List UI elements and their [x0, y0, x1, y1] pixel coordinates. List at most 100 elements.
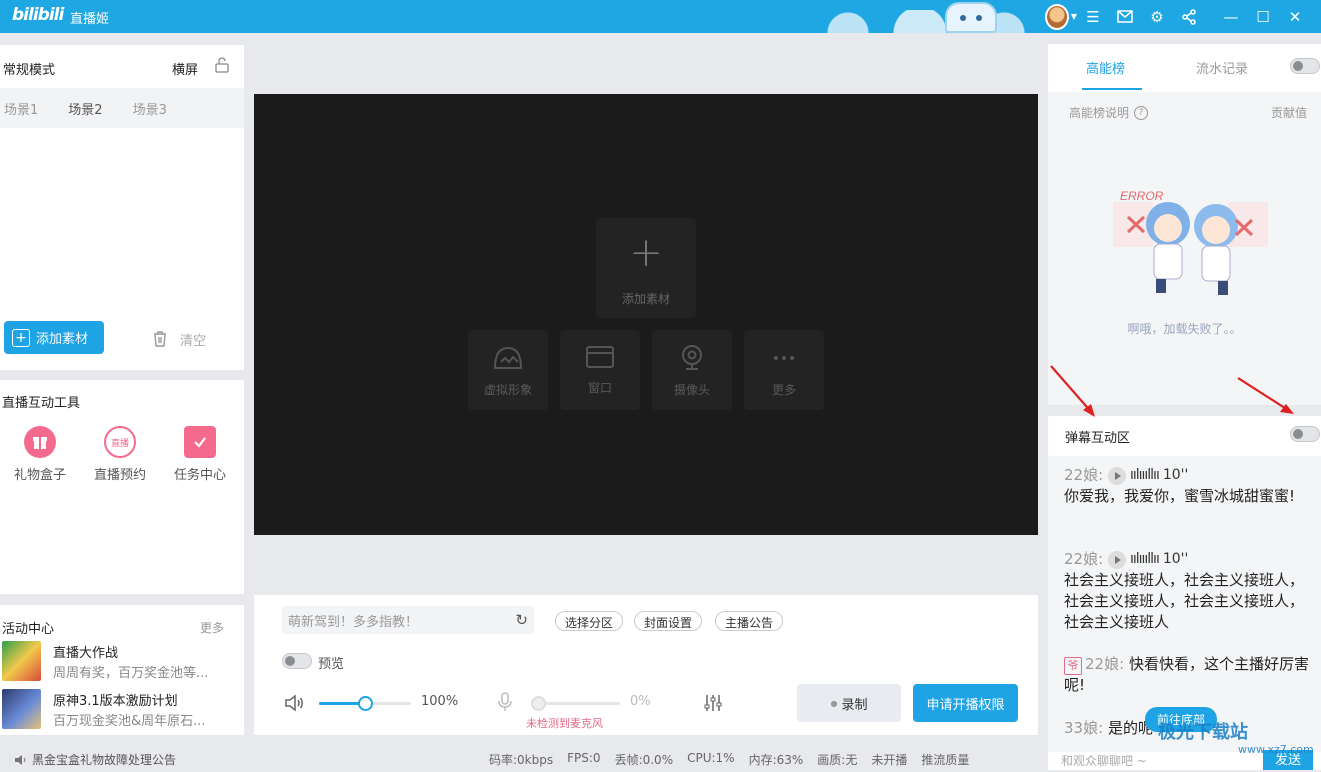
source-label: 摄像头: [673, 383, 710, 397]
user-avatar[interactable]: ▼: [1045, 0, 1077, 33]
close-icon[interactable]: ✕: [1279, 0, 1311, 33]
play-icon: [1107, 466, 1126, 485]
orientation-toggle[interactable]: 横屏: [172, 59, 198, 78]
danmu-list[interactable]: 22娘: ıılıııllıı 10'' 你爱我，我爱你，蜜雪冰城甜蜜蜜! 22娘…: [1048, 456, 1321, 752]
activity-panel: 活动中心 更多 直播大作战 周周有奖，百万奖金池等... 原神3.1版本激励计划…: [0, 605, 244, 735]
volume-slider-knob[interactable]: [358, 696, 373, 711]
stream-stats: 码率:0kbps FPS:0 丢帧:0.0% CPU:1% 内存:63% 画质:…: [489, 751, 983, 768]
bitrate-stat: 码率:0kbps: [489, 753, 554, 767]
trash-icon: [154, 331, 166, 347]
reserve-badge: 直播: [110, 438, 129, 449]
tab-scene-2[interactable]: 场景2: [68, 99, 102, 118]
source-camera[interactable]: 摄像头: [652, 330, 732, 410]
contribution-label: 贡献值: [1270, 106, 1307, 120]
add-source-label: 添加素材: [621, 292, 670, 306]
minimize-icon[interactable]: —: [1215, 0, 1247, 33]
add-source-button[interactable]: + 添加素材: [596, 218, 696, 318]
activity-thumbnail: [2, 641, 41, 681]
status-bar: 黑金宝盒礼物故障处理公告 码率:0kbps FPS:0 丢帧:0.0% CPU:…: [0, 745, 1043, 770]
live-title-input[interactable]: 萌新驾到！多多指教！ ↻: [282, 606, 534, 634]
danmu-username: 22娘:: [1064, 466, 1104, 484]
scene-tabs: 场景1 场景2 场景3: [0, 88, 244, 128]
tab-flow-record[interactable]: 流水记录: [1196, 58, 1248, 77]
tab-high-energy-rank[interactable]: 高能榜: [1086, 58, 1125, 77]
select-category-button[interactable]: 选择分区: [555, 611, 624, 631]
announcement-speaker-icon: [15, 754, 26, 765]
tool-gift-box[interactable]: 礼物盒子: [0, 426, 80, 483]
tab-scene-3[interactable]: 场景3: [133, 99, 167, 118]
play-icon: [1107, 550, 1126, 569]
danmu-panel: 弹幕互动区 22娘: ıılıııllıı 10'' 你爱我，我爱你，蜜雪冰城甜蜜…: [1048, 416, 1321, 770]
mixer-icon[interactable]: [703, 693, 723, 713]
rank-content: 高能榜说明 ? 贡献值 ERROR 啊哦，加载失败了。。: [1048, 92, 1321, 405]
apply-live-permission-button[interactable]: 申请开播权限: [913, 684, 1018, 722]
question-icon: ?: [1134, 105, 1149, 120]
tool-task-center[interactable]: 任务中心: [160, 426, 240, 483]
source-label: 虚拟形象: [483, 383, 532, 397]
dropped-frames-stat: 丢帧:0.0%: [614, 753, 674, 767]
microphone-icon[interactable]: [497, 691, 513, 713]
speaker-icon[interactable]: [284, 694, 306, 712]
activity-item[interactable]: 直播大作战 周周有奖，百万奖金池等...: [0, 641, 244, 683]
source-more[interactable]: 更多: [744, 330, 824, 410]
watermark-url: www.xz7.com: [1238, 743, 1314, 756]
window-icon: [586, 346, 614, 368]
danmu-toggle[interactable]: [1290, 426, 1320, 442]
clear-label: 清空: [180, 333, 207, 349]
voice-message[interactable]: ıılıııllıı 10'': [1107, 465, 1188, 486]
title-bar: bilibili 直播姬 ▼ ☰ ⚙ — ☐ ✕: [0, 0, 1321, 33]
refresh-icon[interactable]: ↻: [515, 611, 528, 629]
source-window[interactable]: 窗口: [560, 330, 640, 410]
activity-item[interactable]: 原神3.1版本激励计划 百万现金奖池&周年原石...: [0, 689, 244, 731]
load-error-text: 啊哦，加载失败了。。: [1127, 322, 1242, 336]
live-status: 未开播: [871, 753, 908, 767]
mode-label[interactable]: 常规模式: [3, 59, 55, 78]
danmu-message: 爷 22娘: 快看快看，这个主播好厉害呢!: [1064, 654, 1314, 696]
preview-canvas[interactable]: + 添加素材 虚拟形象 窗口 摄像头 更多: [254, 94, 1038, 535]
danmu-username: 22娘:: [1064, 550, 1104, 568]
preview-toggle[interactable]: [282, 653, 312, 669]
clear-button[interactable]: 清空: [150, 329, 206, 349]
mail-icon[interactable]: [1109, 0, 1141, 33]
mic-warning: 未检测到麦克风: [526, 717, 603, 730]
notice-link[interactable]: 黑金宝盒礼物故障处理公告: [14, 751, 176, 768]
stream-control-panel: 萌新驾到！多多指教！ ↻ 选择分区 封面设置 主播公告 预览 100% 0% 未…: [254, 595, 1038, 735]
tool-live-reserve[interactable]: 直播 直播预约: [80, 426, 160, 483]
notice-text: 黑金宝盒礼物故障处理公告: [32, 753, 177, 767]
settings-gear-icon[interactable]: ⚙: [1141, 0, 1173, 33]
volume-slider[interactable]: [319, 696, 411, 711]
plus-icon: +: [12, 328, 30, 347]
active-tab-indicator: [1082, 88, 1142, 90]
live-reserve-icon: 直播: [104, 426, 136, 458]
danmu-text: 你爱我，我爱你，蜜雪冰城甜蜜蜜!: [1064, 487, 1296, 505]
announcement-button[interactable]: 主播公告: [715, 611, 784, 631]
mic-slider-knob[interactable]: [531, 696, 546, 711]
add-material-button[interactable]: + 添加素材: [4, 321, 104, 354]
voice-message[interactable]: ıılıııllıı 10'': [1107, 549, 1188, 570]
error-art-text: ERROR: [1120, 189, 1164, 203]
mic-percent: 0%: [630, 694, 651, 709]
rank-toggle[interactable]: [1290, 58, 1320, 74]
rank-info-label: 高能榜说明: [1069, 106, 1130, 120]
share-icon[interactable]: [1173, 0, 1205, 33]
activity-more-link[interactable]: 更多: [200, 619, 224, 636]
rank-info-link[interactable]: 高能榜说明 ?: [1069, 104, 1149, 121]
fps-stat: FPS:0: [567, 751, 601, 765]
unlock-icon[interactable]: [214, 57, 230, 73]
stream-quality-link[interactable]: 推流质量: [921, 751, 969, 768]
menu-icon[interactable]: ☰: [1077, 0, 1109, 33]
activity-desc: 周周有奖，百万奖金池等...: [53, 666, 209, 681]
maximize-icon[interactable]: ☐: [1247, 0, 1279, 33]
record-dot-icon: ●: [830, 698, 838, 708]
activity-title: 活动中心: [2, 622, 55, 637]
source-virtual-avatar[interactable]: 虚拟形象: [468, 330, 548, 410]
preview-label: 预览: [318, 657, 345, 672]
mic-slider[interactable]: [531, 696, 620, 711]
more-icon: [774, 356, 794, 360]
waveform-icon: ıılıııllıı: [1129, 467, 1160, 483]
header-decoration: [800, 10, 1040, 33]
record-button[interactable]: ● 录制: [797, 684, 901, 722]
chat-input-placeholder: 和观众聊聊吧 ~: [1061, 754, 1147, 768]
cover-settings-button[interactable]: 封面设置: [634, 611, 703, 631]
tab-scene-1[interactable]: 场景1: [4, 99, 38, 118]
